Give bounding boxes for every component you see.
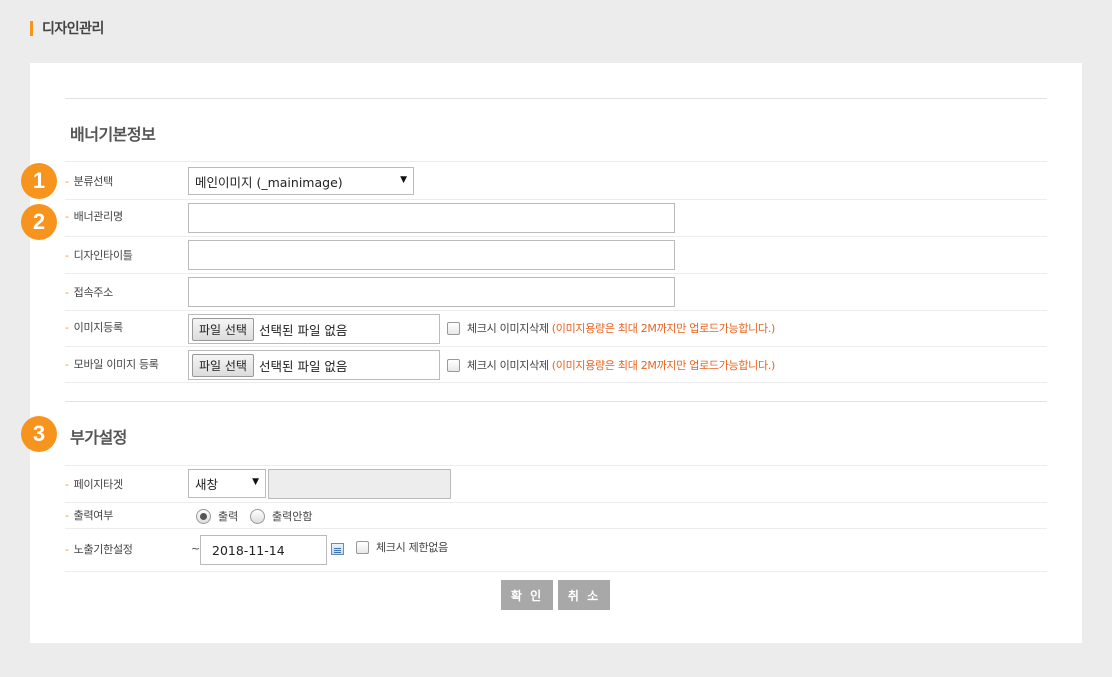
image-file-input[interactable]: 파일 선택 선택된 파일 없음: [188, 314, 440, 344]
page-header: 디자인관리: [30, 18, 104, 38]
label-text: 페이지타겟: [73, 478, 123, 491]
form-panel: 배너기본정보 - 분류선택 메인이미지 (_mainimage) ▼ - 배너관리명…: [30, 63, 1082, 643]
expiry-date-input[interactable]: 2018-11-14: [200, 535, 327, 565]
field-label-design-title: - 디자인타이틀: [65, 248, 133, 263]
divider: [65, 98, 1047, 99]
image-size-note: (이미지용량은 최대 2M까지만 업로드가능합니다.): [551, 322, 776, 335]
row-divider: [65, 310, 1047, 311]
row-divider: [65, 273, 1047, 274]
row-divider: [65, 346, 1047, 347]
field-label-page-target: - 페이지타겟: [65, 477, 123, 492]
label-text: 접속주소: [73, 286, 114, 299]
mobile-image-size-note: (이미지용량은 최대 2M까지만 업로드가능합니다.): [551, 359, 776, 372]
mobile-image-delete-checkbox[interactable]: [447, 358, 460, 372]
output-radio-off[interactable]: 출력안함: [250, 508, 312, 524]
image-delete-option: 체크시 이미지삭제 (이미지용량은 최대 2M까지만 업로드가능합니다.): [447, 320, 775, 336]
calendar-icon[interactable]: [331, 543, 344, 555]
row-divider: [65, 528, 1047, 529]
confirm-button[interactable]: 확 인: [501, 580, 553, 610]
chevron-down-icon: ▼: [252, 477, 259, 487]
label-text: 출력여부: [73, 509, 114, 522]
field-label-image: - 이미지등록: [65, 320, 123, 335]
label-text: 노출기한설정: [73, 543, 133, 556]
expiry-unlimited-checkbox[interactable]: [356, 540, 369, 554]
image-delete-label: 체크시 이미지삭제: [467, 322, 549, 335]
mobile-image-file-input[interactable]: 파일 선택 선택된 파일 없음: [188, 350, 440, 380]
row-divider: [65, 571, 1047, 572]
image-delete-checkbox[interactable]: [447, 321, 460, 335]
title-accent-bar: [30, 20, 33, 36]
image-file-status: 선택된 파일 없음: [258, 322, 348, 338]
label-text: 배너관리명: [73, 210, 123, 223]
section-title-basic: 배너기본정보: [70, 125, 156, 144]
field-label-url: - 접속주소: [65, 285, 114, 300]
step-badge-1: 1: [21, 163, 57, 199]
label-text: 분류선택: [73, 175, 114, 188]
row-divider: [65, 502, 1047, 503]
row-divider: [65, 236, 1047, 237]
page-title: 디자인관리: [42, 21, 104, 37]
category-select[interactable]: 메인이미지 (_mainimage) ▼: [188, 167, 414, 195]
expiry-unlimited-label: 체크시 제한없음: [376, 541, 448, 554]
radio-unselected[interactable]: [250, 508, 265, 524]
page-target-input-disabled: [268, 469, 451, 499]
mobile-image-file-button[interactable]: 파일 선택: [192, 353, 254, 377]
label-text: 디자인타이틀: [73, 249, 133, 262]
mobile-image-file-status: 선택된 파일 없음: [258, 358, 348, 374]
field-label-banner-name: - 배너관리명: [65, 209, 123, 224]
field-label-output: - 출력여부: [65, 508, 114, 523]
row-divider: [65, 382, 1047, 383]
output-radio-label-on: 출력: [218, 510, 239, 523]
design-title-input[interactable]: [188, 240, 675, 270]
output-radio-on[interactable]: 출력: [196, 508, 238, 524]
mobile-image-delete-label: 체크시 이미지삭제: [467, 359, 549, 372]
chevron-down-icon: ▼: [400, 175, 407, 185]
divider: [65, 401, 1047, 402]
field-label-category: - 분류선택: [65, 174, 114, 189]
url-input[interactable]: [188, 277, 675, 307]
page-target-select[interactable]: 새창 ▼: [188, 469, 266, 498]
section-title-extra: 부가설정: [70, 428, 127, 447]
output-radio-label-off: 출력안함: [272, 510, 313, 523]
image-file-button[interactable]: 파일 선택: [192, 317, 254, 341]
page-target-select-value: 새창: [195, 477, 219, 492]
field-label-expiry: - 노출기한설정: [65, 542, 133, 557]
label-text: 모바일 이미지 등록: [73, 358, 159, 371]
step-badge-2: 2: [21, 204, 57, 240]
mobile-image-delete-option: 체크시 이미지삭제 (이미지용량은 최대 2M까지만 업로드가능합니다.): [447, 357, 775, 373]
row-divider: [65, 161, 1047, 162]
category-select-value: 메인이미지 (_mainimage): [195, 174, 343, 190]
step-badge-3: 3: [21, 416, 57, 452]
field-label-mobile-image: - 모바일 이미지 등록: [65, 357, 159, 372]
cancel-button[interactable]: 취 소: [558, 580, 610, 610]
expiry-tilde: ~: [191, 542, 201, 555]
label-text: 이미지등록: [73, 321, 123, 334]
expiry-date-value: 2018-11-14: [212, 542, 285, 558]
radio-selected[interactable]: [196, 508, 211, 524]
expiry-unlimited-option: 체크시 제한없음: [356, 539, 448, 555]
row-divider: [65, 465, 1047, 466]
row-divider: [65, 199, 1047, 200]
banner-name-input[interactable]: [188, 203, 675, 233]
